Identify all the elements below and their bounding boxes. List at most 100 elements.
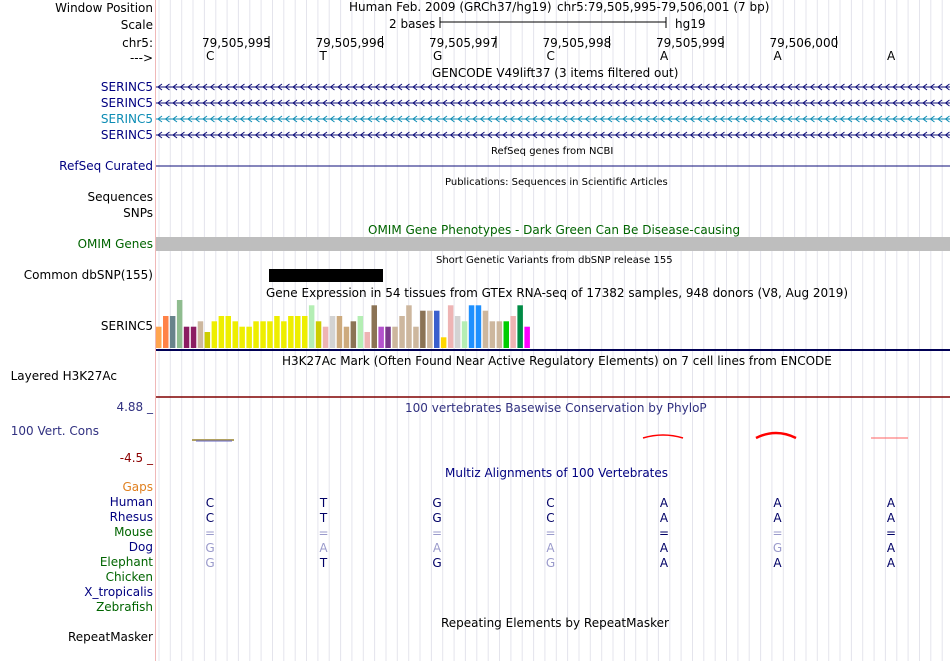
refseq-track-title[interactable]: RefSeq genes from NCBI — [491, 146, 613, 158]
multiz-base: A — [773, 496, 782, 510]
multiz-base: C — [546, 511, 554, 525]
gtex-tissue-bar[interactable] — [454, 316, 461, 348]
gtex-tissue-bar[interactable] — [392, 326, 398, 348]
dbsnp-item-bar[interactable] — [269, 269, 383, 282]
gencode-item-label[interactable]: SERINC5 — [101, 96, 153, 110]
phylop-track-title[interactable]: 100 vertebrates Basewise Conservation by… — [405, 401, 707, 415]
omim-track-label[interactable]: OMIM Genes — [78, 237, 153, 251]
gtex-tissue-bar[interactable] — [176, 300, 183, 348]
gtex-tissue-bar[interactable] — [302, 316, 308, 348]
gtex-tissue-bar[interactable] — [413, 326, 419, 348]
gtex-tissue-bar[interactable] — [475, 305, 482, 348]
gtex-bar-chart[interactable] — [156, 300, 530, 348]
gtex-tissue-bar[interactable] — [434, 310, 440, 348]
gtex-tissue-bar[interactable] — [232, 321, 239, 348]
gencode-track-title[interactable]: GENCODE V49lift37 (3 items filtered out) — [432, 66, 678, 80]
gtex-tissue-bar[interactable] — [378, 326, 384, 348]
ruler-coordinate: 79,505,995 — [202, 36, 271, 50]
sequences-track-label[interactable]: Sequences — [88, 190, 153, 204]
refseq-track-label[interactable]: RefSeq Curated — [59, 159, 153, 173]
gtex-tissue-bar[interactable] — [343, 326, 350, 348]
gtex-tissue-bar[interactable] — [371, 305, 378, 348]
gtex-tissue-bar[interactable] — [399, 316, 405, 348]
gencode-transcript[interactable] — [156, 131, 950, 139]
gtex-tissue-bar[interactable] — [204, 332, 211, 348]
gtex-tissue-bar[interactable] — [468, 305, 475, 348]
gtex-tissue-bar[interactable] — [322, 326, 329, 348]
gtex-tissue-bar[interactable] — [517, 305, 523, 348]
multiz-species-label: Chicken — [105, 570, 153, 584]
omim-track-title[interactable]: OMIM Gene Phenotypes - Dark Green Can Be… — [368, 223, 740, 237]
multiz-track-title[interactable]: Multiz Alignments of 100 Vertebrates — [445, 466, 668, 480]
gtex-tissue-bar[interactable] — [440, 337, 447, 348]
gtex-tissue-bar[interactable] — [364, 332, 371, 348]
gtex-tissue-bar[interactable] — [246, 326, 252, 348]
gtex-tissue-bar[interactable] — [253, 321, 259, 348]
multiz-base: G — [432, 556, 441, 570]
scale-text: 2 bases — [389, 17, 436, 31]
gtex-tissue-bar[interactable] — [308, 305, 315, 348]
multiz-base: A — [887, 556, 896, 570]
gtex-tissue-bar[interactable] — [281, 321, 287, 348]
gtex-tissue-bar[interactable] — [385, 326, 391, 348]
dbsnp-track-title[interactable]: Short Genetic Variants from dbSNP releas… — [436, 255, 673, 267]
track-image-area[interactable]: C T G C A A A C T G C A A A = = = = = = = G A A A A G A G T G G A A A Huma… — [156, 0, 950, 661]
repeatmasker-track-title[interactable]: Repeating Elements by RepeatMasker — [441, 616, 669, 630]
gtex-tissue-bar[interactable] — [197, 321, 204, 348]
gtex-tissue-bar[interactable] — [218, 316, 225, 348]
multiz-base: C — [206, 511, 214, 525]
gtex-tissue-bar[interactable] — [447, 305, 454, 348]
gencode-item-label[interactable]: SERINC5 — [101, 128, 153, 142]
gencode-transcript[interactable] — [156, 115, 950, 123]
repeatmasker-track-label[interactable]: RepeatMasker — [68, 630, 153, 644]
pubs-track-title[interactable]: Publications: Sequences in Scientific Ar… — [445, 177, 668, 189]
gencode-item-label-selected[interactable]: SERINC5 — [101, 112, 153, 126]
gencode-transcript[interactable] — [156, 83, 950, 91]
gtex-tissue-bar[interactable] — [315, 321, 322, 348]
gtex-tissue-bar[interactable] — [489, 321, 496, 348]
gtex-tissue-bar[interactable] — [225, 316, 232, 348]
gtex-track-label[interactable]: SERINC5 — [101, 319, 153, 333]
gtex-tissue-bar[interactable] — [295, 316, 301, 348]
gtex-tissue-bar[interactable] — [329, 316, 336, 348]
gtex-tissue-bar[interactable] — [288, 316, 294, 348]
gencode-gene-lines[interactable] — [156, 83, 950, 139]
gtex-tissue-bar[interactable] — [461, 321, 468, 348]
dbsnp-track-label[interactable]: Common dbSNP(155) — [24, 268, 153, 282]
gtex-tissue-bar[interactable] — [274, 316, 280, 348]
h3k27ac-track-label[interactable]: Layered H3K27Ac — [11, 369, 117, 383]
gtex-tissue-bar[interactable] — [156, 326, 162, 348]
gtex-tissue-bar[interactable] — [163, 316, 169, 348]
gtex-tissue-bar[interactable] — [510, 316, 516, 348]
gtex-tissue-bar[interactable] — [190, 326, 197, 348]
gtex-tissue-bar[interactable] — [357, 316, 364, 348]
gencode-item-label[interactable]: SERINC5 — [101, 80, 153, 94]
gtex-tissue-bar[interactable] — [406, 305, 412, 348]
gtex-tissue-bar[interactable] — [482, 310, 489, 348]
gencode-transcript[interactable] — [156, 99, 950, 107]
gtex-tissue-bar[interactable] — [503, 321, 510, 348]
multiz-base: A — [887, 496, 896, 510]
gtex-tissue-bar[interactable] — [427, 310, 433, 348]
multiz-base: = — [318, 526, 328, 540]
gtex-tissue-bar[interactable] — [267, 321, 273, 348]
cons-track-label[interactable]: 100 Vert. Cons — [11, 424, 99, 438]
gtex-tissue-bar[interactable] — [260, 321, 266, 348]
gtex-tissue-bar[interactable] — [211, 321, 218, 348]
gtex-tissue-bar[interactable] — [420, 310, 426, 348]
gtex-track-title[interactable]: Gene Expression in 54 tissues from GTEx … — [266, 286, 848, 300]
phylop-peak — [755, 431, 797, 440]
snps-track-label[interactable]: SNPs — [123, 206, 153, 220]
multiz-base: G — [432, 496, 441, 510]
h3k27ac-track-title[interactable]: H3K27Ac Mark (Often Found Near Active Re… — [282, 354, 832, 368]
gtex-tissue-bar[interactable] — [169, 316, 176, 348]
multiz-base: A — [319, 541, 328, 555]
gtex-tissue-bar[interactable] — [350, 321, 357, 348]
omim-gene-bar[interactable] — [156, 237, 950, 251]
gtex-tissue-bar[interactable] — [183, 326, 190, 348]
gtex-tissue-bar[interactable] — [336, 316, 343, 348]
gtex-tissue-bar[interactable] — [524, 326, 530, 348]
gtex-tissue-bar[interactable] — [496, 321, 503, 348]
gtex-tissue-bar[interactable] — [239, 326, 245, 348]
track-canvas[interactable]: C T G C A A AC T G C A A A= = = = = = =G A A A A G AG T G G A A A — [156, 0, 950, 661]
